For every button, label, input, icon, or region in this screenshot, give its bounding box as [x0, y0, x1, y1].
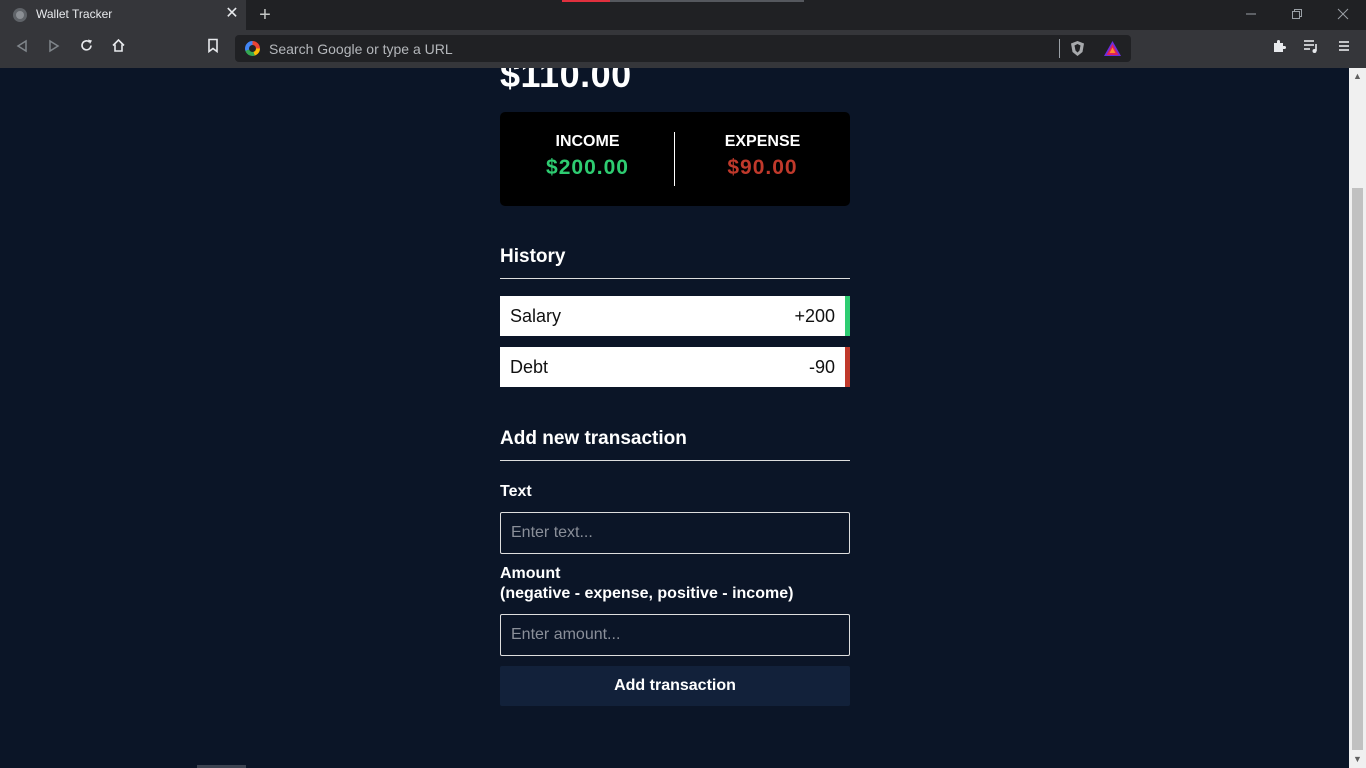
reload-icon[interactable]: [75, 38, 97, 60]
amount-input[interactable]: [500, 614, 850, 656]
globe-icon: [13, 8, 27, 22]
tab-close-icon[interactable]: ✕: [224, 6, 240, 22]
media-playlist-icon[interactable]: [1300, 38, 1322, 60]
page-viewport: $110.00 INCOME $200.00 EXPENSE $90.00 Hi…: [0, 68, 1349, 768]
tab-bar: Wallet Tracker ✕ +: [0, 0, 1366, 30]
menu-icon[interactable]: [1333, 38, 1355, 60]
forward-icon[interactable]: [43, 38, 65, 60]
transaction-name: Salary: [510, 306, 562, 326]
income-amount: $200.00: [546, 156, 629, 179]
back-icon[interactable]: [11, 38, 33, 60]
scroll-up-arrow-icon[interactable]: ▲: [1349, 68, 1366, 85]
tab-wallet-tracker[interactable]: Wallet Tracker ✕: [0, 0, 246, 30]
extensions-icon[interactable]: [1268, 38, 1290, 60]
balance-amount: $110.00: [500, 68, 632, 95]
google-icon: [245, 41, 260, 56]
tab-title: Wallet Tracker: [36, 7, 113, 21]
expense-column: EXPENSE $90.00: [675, 133, 850, 180]
income-expense-card: INCOME $200.00 EXPENSE $90.00: [500, 112, 850, 206]
expense-amount: $90.00: [727, 156, 798, 179]
page-scrollbar[interactable]: ▲ ▼: [1349, 68, 1366, 768]
transaction-item[interactable]: Debt -90: [500, 347, 850, 387]
transaction-item[interactable]: Salary +200: [500, 296, 850, 336]
amount-field-label: Amount (negative - expense, positive - i…: [500, 564, 793, 604]
brave-shield-icon[interactable]: [1069, 40, 1086, 57]
history-heading: History: [500, 246, 850, 279]
income-label: INCOME: [555, 133, 620, 150]
home-icon[interactable]: [107, 38, 129, 60]
loading-indicator: [562, 0, 804, 2]
address-bar-divider: [1059, 39, 1060, 58]
text-field-label: Text: [500, 483, 532, 500]
brave-rewards-icon[interactable]: [1103, 40, 1122, 57]
add-transaction-heading: Add new transaction: [500, 428, 850, 461]
address-input[interactable]: [269, 35, 1049, 62]
amount-hint-text: (negative - expense, positive - income): [500, 585, 794, 602]
transaction-amount: -90: [808, 357, 835, 377]
bookmark-icon[interactable]: [202, 38, 224, 60]
loading-indicator-fill: [562, 0, 610, 2]
scrollbar-thumb[interactable]: [1352, 188, 1363, 750]
transaction-name: Debt: [510, 357, 549, 377]
address-bar[interactable]: [235, 35, 1131, 62]
transaction-amount: +200: [794, 306, 835, 326]
income-column: INCOME $200.00: [500, 133, 675, 180]
expense-label: EXPENSE: [724, 133, 801, 150]
text-input[interactable]: [500, 512, 850, 554]
close-icon[interactable]: [1331, 4, 1355, 26]
restore-icon[interactable]: [1285, 4, 1309, 26]
scroll-down-arrow-icon[interactable]: ▼: [1349, 751, 1366, 768]
browser-chrome: Wallet Tracker ✕ +: [0, 0, 1366, 68]
transaction-list: Salary +200 Debt -90: [500, 296, 850, 398]
amount-label-text: Amount: [500, 565, 561, 582]
new-tab-button[interactable]: +: [255, 4, 275, 26]
add-transaction-button[interactable]: Add transaction: [500, 666, 850, 706]
browser-toolbar: [0, 30, 1366, 68]
minimize-icon[interactable]: [1239, 4, 1263, 26]
